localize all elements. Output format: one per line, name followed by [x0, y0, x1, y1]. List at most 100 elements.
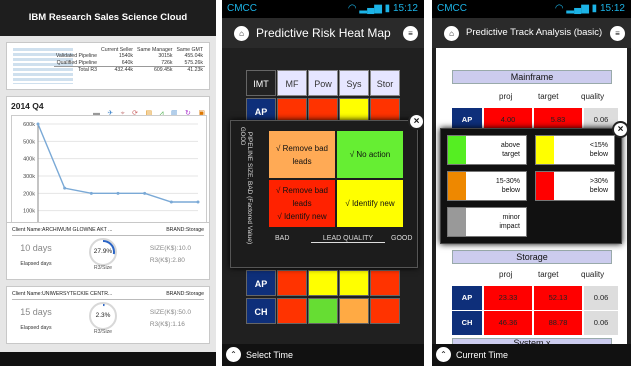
risk-heatmap-lower: AP CH [246, 270, 402, 326]
heatmap-col-header: Sys [339, 70, 369, 96]
data-point [116, 191, 120, 195]
r3-ratio-value: 2.3% [95, 312, 111, 319]
client-brand: BRAND:Storage [166, 291, 204, 297]
y-tick-label: 400k [23, 157, 35, 163]
summary-cell: 575.26k [184, 59, 203, 66]
home-icon[interactable]: ⌂ [234, 26, 249, 41]
track-analysis-screen: CMCC ◠ ▂▄▆ ▮ 15:12 ⌂ Predictive Track An… [432, 0, 631, 366]
summary-cell: 609.45k [135, 66, 175, 74]
legend-swatch [536, 172, 554, 200]
r3-ratio-value: 27.9% [93, 248, 113, 255]
risk-heatmap-screen: CMCC ◠ ▂▄▆ ▮ 15:12 ⌂ Predictive Risk Hea… [222, 0, 424, 366]
clock: 15:12 [392, 3, 418, 14]
heatmap-cell[interactable] [308, 298, 338, 324]
action-line: √ Identify new [277, 212, 327, 221]
legend-above-target: above target [447, 135, 527, 165]
risk-matrix: √ Remove bad leads √ No action √ Remove … [269, 131, 405, 229]
y-axis-label: PIPELINE SIZE, BAD (Factored Value) [246, 131, 253, 244]
current-time-bar[interactable]: ⌃ Current Time [432, 344, 631, 366]
clock: 15:12 [599, 3, 625, 14]
target-value: 88.78 [534, 311, 582, 335]
chevron-up-icon[interactable]: ⌃ [436, 347, 451, 362]
summary-row-label: Validated Pipeline [55, 53, 97, 60]
target-value: 52.13 [534, 286, 582, 310]
client-card[interactable]: Client Name:ARCHIWUM GLOWNE AKT ... BRAN… [6, 222, 210, 280]
heatmap-cell[interactable] [370, 270, 400, 296]
x-axis-good-label: GOOD [391, 235, 413, 242]
heatmap-cell[interactable] [277, 270, 307, 296]
summary-cell: 41.23k [174, 66, 205, 74]
client-name: Client Name:ARCHIWUM GLOWNE AKT ... [12, 227, 113, 233]
summary-cell: 640k [121, 59, 133, 66]
status-bar: CMCC ◠ ▂▄▆ ▮ 15:12 [222, 0, 424, 18]
heatmap-cell[interactable] [370, 298, 400, 324]
action-line: √ Remove bad [276, 143, 328, 153]
y-tick-label: 500k [23, 139, 35, 145]
legend-text: minor impact [466, 208, 526, 236]
heatmap-row-label: CH [246, 298, 276, 324]
heatmap-corner: IMT [246, 70, 276, 96]
legend-swatch [536, 136, 554, 164]
heatmap-row-label: AP [246, 270, 276, 296]
signal-icon: ▂▄▆ [359, 3, 382, 14]
client-size-info: SIZE(K$):50.0 R3(K$):1.16 [150, 307, 191, 331]
client-size: SIZE(K$):50.0 [149, 309, 191, 316]
page-title: Predictive Track Analysis (basic) [466, 27, 603, 38]
data-point [143, 191, 147, 195]
dashboard-body[interactable]: Current Seller Same Manager Same GMT Val… [0, 36, 216, 352]
r3-ratio-ring: 2.3% [89, 302, 117, 330]
heatmap-row: CH [246, 298, 402, 324]
heatmap-cell[interactable] [308, 270, 338, 296]
elapsed-days-value: 10 days [20, 243, 52, 253]
legend-swatch [448, 208, 466, 236]
quality-value: 0.06 [584, 286, 618, 310]
status-right: ◠ ▂▄▆ ▮ 15:12 [348, 3, 418, 14]
divider [12, 235, 204, 236]
legend-over-30-below: >30% below [535, 171, 615, 201]
close-icon[interactable]: × [408, 113, 424, 130]
quality-legend-popup: × above target <15% below 15-30% below >30%… [440, 121, 629, 244]
row-label: AP [452, 286, 482, 310]
legend-below-15: <15% below [535, 135, 615, 165]
data-point [169, 200, 173, 204]
track-row[interactable]: CH 46.36 88.78 0.06 [452, 311, 618, 335]
matrix-cell-remove-identify[interactable]: √ Remove bad leads √ Identify new [269, 180, 335, 227]
select-time-bar[interactable]: ⌃ Select Time [222, 344, 424, 366]
matrix-cell-no-action[interactable]: √ No action [337, 131, 403, 178]
heatmap-cell[interactable] [339, 270, 369, 296]
navigation-bar [0, 352, 216, 366]
elapsed-days-value: 15 days [20, 307, 52, 317]
select-time-label: Select Time [246, 350, 294, 360]
col-header: proj [499, 92, 513, 101]
elapsed-days-label: Elapsed days [20, 261, 52, 267]
pipeline-summary-card: Current Seller Same Manager Same GMT Val… [6, 42, 210, 90]
section-header-mainframe: Mainframe [452, 70, 612, 84]
home-icon[interactable]: ⌂ [444, 26, 459, 41]
action-line: √ No action [349, 150, 391, 159]
matrix-cell-identify-new[interactable]: √ Identify new [337, 180, 403, 227]
track-row[interactable]: AP 23.33 52.13 0.06 [452, 286, 618, 310]
r3-ratio-ring: 27.9% [89, 238, 117, 266]
data-point [196, 200, 200, 204]
chevron-up-icon[interactable]: ⌃ [226, 347, 241, 362]
heatmap-cell[interactable] [277, 298, 307, 324]
legend-text: 15-30% below [466, 172, 526, 200]
summary-row-label: Qualified Pipeline [56, 59, 97, 66]
chart-title: 2014 Q4 [11, 101, 44, 111]
menu-icon[interactable]: ≡ [403, 26, 418, 41]
y-tick-label: 300k [23, 174, 35, 180]
x-axis-label: LEAD QUALITY [311, 235, 385, 243]
current-time-label: Current Time [456, 350, 509, 360]
heatmap-cell[interactable] [339, 298, 369, 324]
client-name: Client Name:UNIWERSYTECKIE CENTR... [12, 291, 113, 297]
col-header: target [538, 92, 559, 101]
action-line: leads [292, 199, 312, 208]
legend-minor-impact: minor impact [447, 207, 527, 237]
legend-text: above target [466, 136, 526, 164]
menu-icon[interactable]: ≡ [610, 26, 625, 41]
carrier-label: CMCC [437, 3, 467, 14]
y-tick-label: 200k [23, 191, 35, 197]
heatmap-col-header: MF [277, 70, 307, 96]
client-card[interactable]: Client Name:UNIWERSYTECKIE CENTR... BRAN… [6, 286, 210, 344]
matrix-cell-remove-leads[interactable]: √ Remove bad leads [269, 131, 335, 178]
